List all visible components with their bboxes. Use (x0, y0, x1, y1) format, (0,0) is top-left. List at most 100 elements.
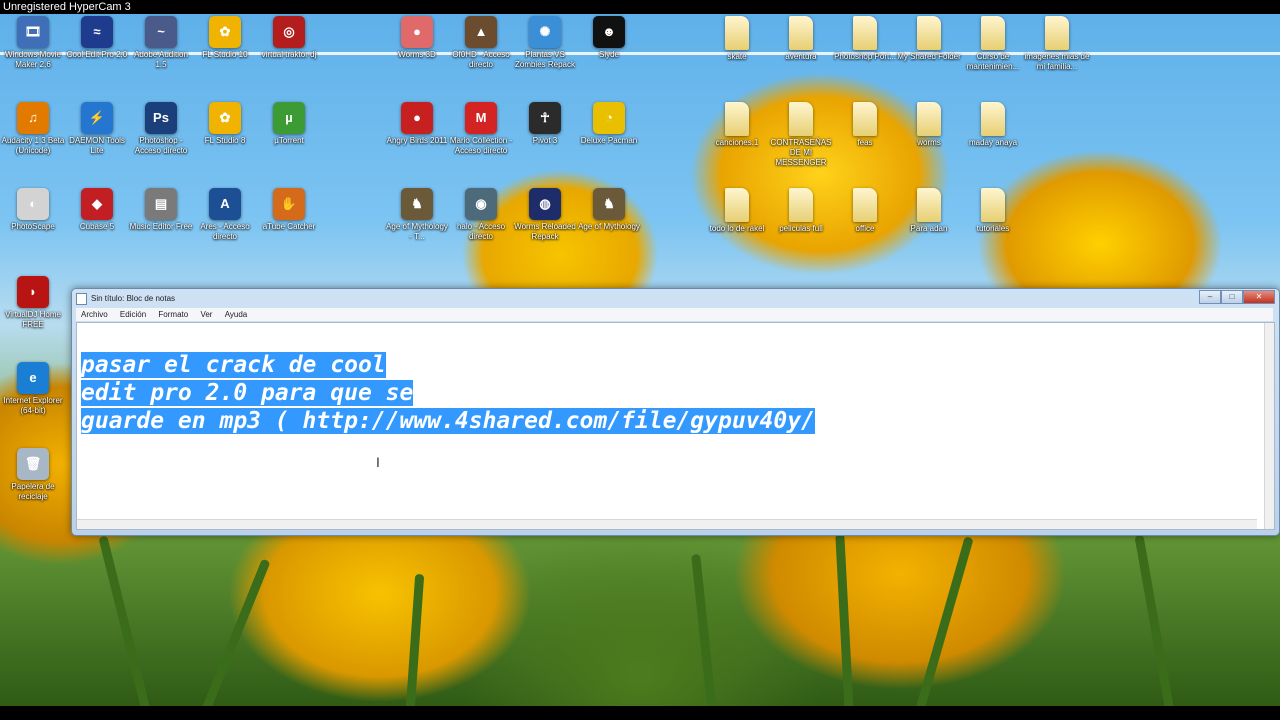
app-icon: ⚡ (81, 102, 113, 134)
desktop-icon-label: maday anaya (968, 138, 1018, 147)
desktop-icon[interactable]: 🎞 Windows Movie Maker 2.6 (0, 16, 66, 70)
menu-formato[interactable]: Formato (158, 310, 188, 319)
desktop-icon[interactable]: worms (896, 102, 962, 148)
desktop-icon[interactable]: e Internet Explorer (64-bit) (0, 362, 66, 416)
folder-icon (981, 16, 1005, 50)
desktop-icon[interactable]: ☥ Pivot 3 (512, 102, 578, 146)
desktop-icon-label: Ares - Acceso directo (200, 222, 250, 241)
desktop-icon[interactable]: Para adan (896, 188, 962, 234)
desktop-icon-label: todo lo de rakel (709, 224, 765, 233)
menu-edicion[interactable]: Edición (120, 310, 146, 319)
folder-icon (917, 188, 941, 222)
text-line: guarde en mp3 ( http://www.4shared.com/f… (81, 408, 815, 434)
desktop-icon[interactable]: aventura (768, 16, 834, 62)
desktop-icon-label: µTorrent (274, 136, 304, 145)
desktop-icon[interactable]: ⚡ DAEMON Tools Lite (64, 102, 130, 156)
app-icon: ▤ (145, 188, 177, 220)
desktop-icon[interactable]: maday anaya (960, 102, 1026, 148)
app-icon: µ (273, 102, 305, 134)
desktop-icon-label: Deluxe Pacman (580, 136, 638, 145)
desktop-icon[interactable]: ✿ FL Studio 8 (192, 102, 258, 146)
selected-text[interactable]: pasar el crack de cool edit pro 2.0 para… (81, 351, 815, 435)
desktop-icon[interactable]: ◗ VirtualDJ Home FREE (0, 276, 66, 330)
vertical-scrollbar[interactable] (1264, 323, 1274, 529)
window-controls: – □ ✕ (1199, 290, 1275, 304)
desktop-icon[interactable]: ♞ Age of Mythology - T... (384, 188, 450, 242)
desktop-icon[interactable]: ~ Adobe Audition 1.5 (128, 16, 194, 70)
app-icon: ≈ (81, 16, 113, 48)
desktop-icon[interactable]: ◎ virtual traktor dj (256, 16, 322, 60)
desktop-icon[interactable]: feas (832, 102, 898, 148)
desktop-icon[interactable]: ▤ Music Editor Free (128, 188, 194, 232)
desktop-icon[interactable]: ◍ Worms Reloaded Repack (512, 188, 578, 242)
menu-archivo[interactable]: Archivo (81, 310, 108, 319)
desktop-icon[interactable]: peliculas full (768, 188, 834, 234)
desktop-icon[interactable]: Photoshop Port... (832, 16, 898, 62)
desktop-icon[interactable]: µ µTorrent (256, 102, 322, 146)
desktop-icon[interactable]: ◐ PhotoScape (0, 188, 66, 232)
menu-ver[interactable]: Ver (200, 310, 212, 319)
desktop-icon-label: Worms 3D (398, 50, 436, 59)
desktop-icon[interactable]: ♞ Age of Mythology (576, 188, 642, 232)
desktop-icon-label: skate (727, 52, 747, 61)
desktop-icon[interactable]: ✿ FL Studio 10 (192, 16, 258, 60)
folder-icon (725, 188, 749, 222)
desktop-icon[interactable]: canciones.1 (704, 102, 770, 148)
menu-ayuda[interactable]: Ayuda (225, 310, 248, 319)
desktop-icon[interactable]: ≈ Cool Edit Pro 2.0 (64, 16, 130, 60)
desktop-icon[interactable]: ◆ Cubase 5 (64, 188, 130, 232)
notepad-titlebar[interactable]: Sin título: Bloc de notas (76, 291, 175, 307)
text-cursor-icon: I (376, 454, 380, 470)
desktop-icon[interactable]: Ps Photoshop - Acceso directo (128, 102, 194, 156)
desktop-icon[interactable]: Curso de mantenimien... (960, 16, 1026, 72)
desktop-icon-label: aTube Catcher (262, 222, 316, 231)
app-icon: ♫ (17, 102, 49, 134)
desktop-icon[interactable]: A Ares - Acceso directo (192, 188, 258, 242)
notepad-icon (76, 292, 87, 305)
desktop-icon-label: virtual traktor dj (261, 50, 317, 59)
folder-icon (853, 188, 877, 222)
text-line: edit pro 2.0 para que se (81, 380, 414, 406)
desktop-icon[interactable]: ▲ Of0HD - Acceso directo (448, 16, 514, 70)
desktop-icon[interactable]: My Shared Folder (896, 16, 962, 62)
folder-icon (917, 102, 941, 136)
desktop-icon[interactable]: todo lo de rakel (704, 188, 770, 234)
desktop-icon[interactable]: ✋ aTube Catcher (256, 188, 322, 232)
desktop-icon-label: tutoriales (976, 224, 1010, 233)
desktop-icon[interactable]: ☻ Slyde (576, 16, 642, 60)
app-icon: ~ (145, 16, 177, 48)
app-icon: Ps (145, 102, 177, 134)
folder-icon (789, 102, 813, 136)
app-icon: ● (401, 16, 433, 48)
desktop-icon[interactable]: ● Angry Birds 2011 (384, 102, 450, 146)
window-title: Sin título: Bloc de notas (91, 294, 176, 303)
desktop-icon[interactable]: skate (704, 16, 770, 62)
desktop-icon[interactable]: ◉ halo - Acceso directo (448, 188, 514, 242)
horizontal-scrollbar[interactable] (77, 519, 1257, 529)
desktop-icon[interactable]: CONTRASEÑAS DE MI MESSENGER (768, 102, 834, 168)
desktop-icon[interactable]: M Mario Collection - Acceso directo (448, 102, 514, 156)
close-button[interactable]: ✕ (1243, 290, 1275, 304)
desktop-icon[interactable]: 🗑 Papelera de reciclaje (0, 448, 66, 502)
text-editor-area[interactable]: pasar el crack de cool edit pro 2.0 para… (76, 322, 1275, 530)
desktop-icon[interactable]: ◔ Deluxe Pacman (576, 102, 642, 146)
desktop-icon-label: Cubase 5 (79, 222, 115, 231)
desktop-icon-label: FL Studio 10 (202, 50, 248, 59)
app-icon: ◍ (529, 188, 561, 220)
desktop-icon[interactable]: ● Worms 3D (384, 16, 450, 60)
notepad-window[interactable]: Sin título: Bloc de notas – □ ✕ Archivo … (71, 288, 1280, 536)
app-icon: ◔ (593, 102, 625, 134)
desktop-icon[interactable]: ✺ Plantas VS Zombies Repack (512, 16, 578, 70)
desktop-icon[interactable]: office (832, 188, 898, 234)
app-icon: ◐ (17, 188, 49, 220)
maximize-button[interactable]: □ (1221, 290, 1243, 304)
folder-icon (1045, 16, 1069, 50)
desktop-icon[interactable]: ♫ Audacity 1.3 Beta (Unicode) (0, 102, 66, 156)
desktop-icon[interactable]: imagenes mias de mi familia... (1024, 16, 1090, 72)
minimize-button[interactable]: – (1199, 290, 1221, 304)
desktop-icon-label: CONTRASEÑAS DE MI MESSENGER (770, 138, 832, 167)
app-icon: 🗑 (17, 448, 49, 480)
app-icon: ♞ (593, 188, 625, 220)
desktop-icon-label: Windows Movie Maker 2.6 (4, 50, 61, 69)
desktop-icon[interactable]: tutoriales (960, 188, 1026, 234)
